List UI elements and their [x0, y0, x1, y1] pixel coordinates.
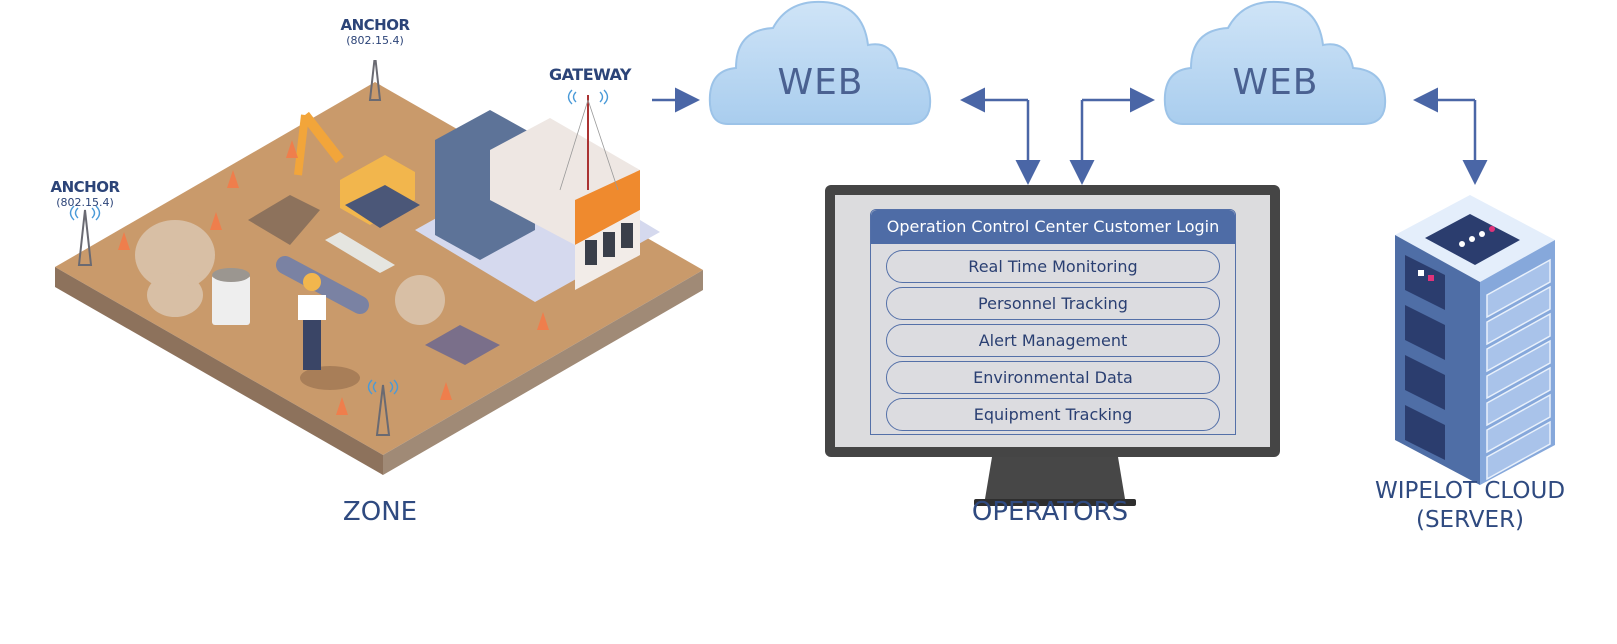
web-cloud-2: WEB — [1163, 0, 1403, 130]
menu-button-real-time-monitoring[interactable]: Real Time Monitoring — [886, 250, 1220, 283]
monitor-frame: Operation Control Center Customer Login … — [825, 185, 1280, 457]
cloud-label: WEB — [777, 62, 864, 103]
menu-button-environmental-data[interactable]: Environmental Data — [886, 361, 1220, 394]
login-panel: Operation Control Center Customer Login … — [870, 209, 1236, 435]
menu-button-personnel-tracking[interactable]: Personnel Tracking — [886, 287, 1220, 320]
server-label: WIPELOT CLOUD (SERVER) — [1355, 477, 1585, 535]
server-rack-icon — [1395, 195, 1555, 485]
server-label-line2: (SERVER) — [1415, 507, 1525, 533]
server-label-line1: WIPELOT CLOUD — [1374, 478, 1566, 504]
operators-label: OPERATORS — [971, 497, 1129, 527]
menu-button-alert-management[interactable]: Alert Management — [886, 324, 1220, 357]
menu-button-equipment-tracking[interactable]: Equipment Tracking — [886, 398, 1220, 431]
login-panel-header: Operation Control Center Customer Login — [871, 210, 1235, 244]
cloud-label: WEB — [1232, 62, 1319, 103]
web-cloud-1: WEB — [708, 0, 948, 130]
menu-list: Real Time Monitoring Personnel Tracking … — [871, 244, 1235, 431]
monitor-screen: Operation Control Center Customer Login … — [835, 195, 1270, 447]
